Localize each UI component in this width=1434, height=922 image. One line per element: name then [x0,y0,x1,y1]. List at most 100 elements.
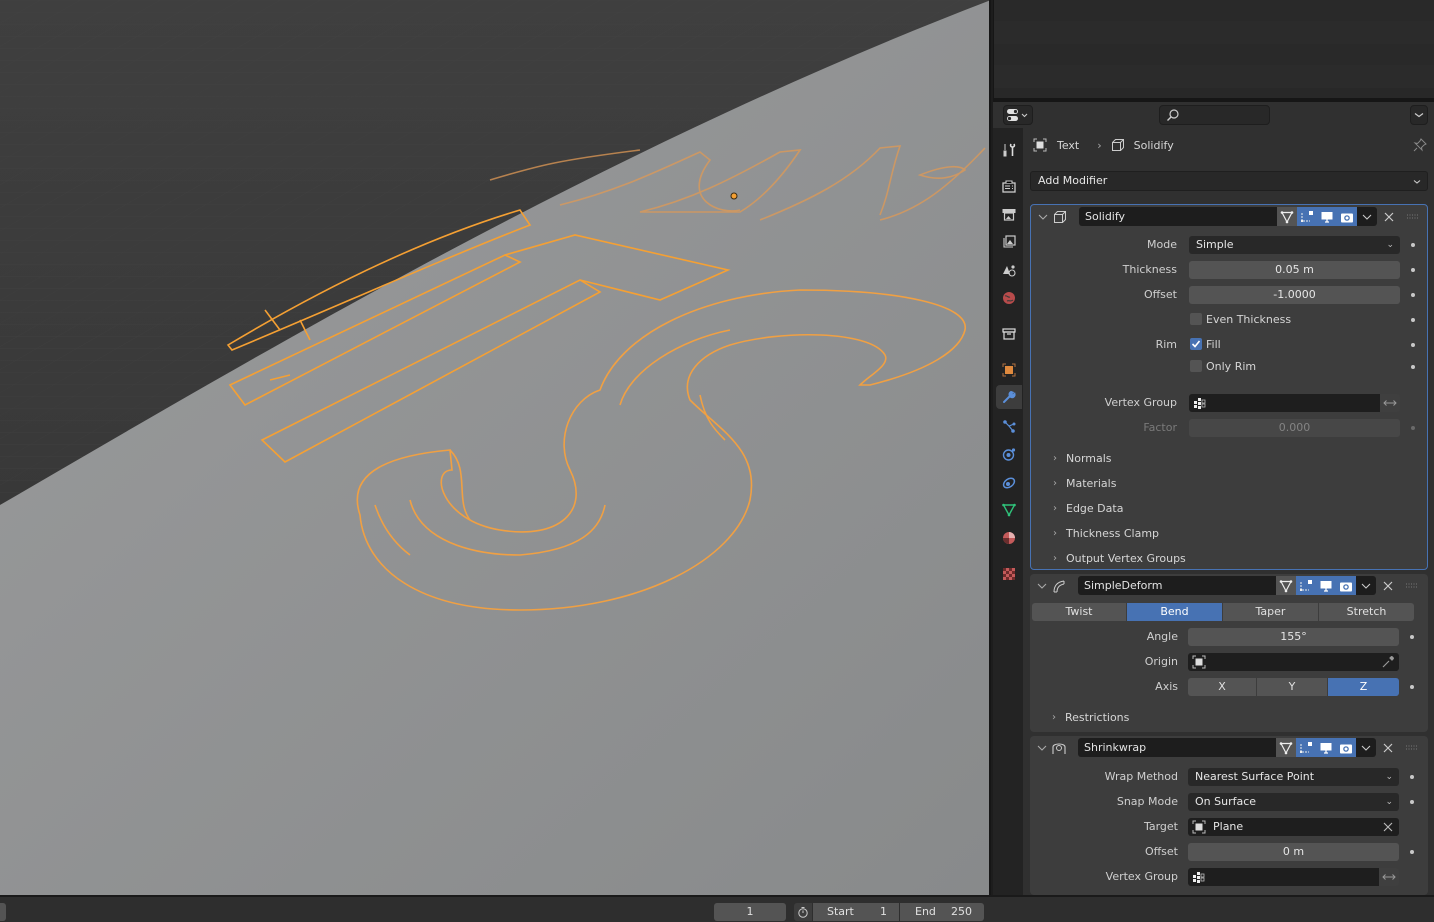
modifier-name-input[interactable]: SimpleDeform [1078,576,1276,595]
viewport-display-toggle[interactable] [1317,207,1337,226]
tab-object[interactable] [996,358,1022,382]
tab-view-layer[interactable] [996,230,1022,254]
on-cage-toggle[interactable] [1296,576,1316,595]
offset-field[interactable]: 0 m [1188,843,1399,861]
axis-y-button[interactable]: Y [1257,678,1328,696]
axis-z-button[interactable]: Z [1328,678,1399,696]
tab-constraints[interactable] [996,470,1022,494]
method-twist-button[interactable]: Twist [1032,603,1127,621]
tab-tool[interactable] [996,138,1022,162]
wrap-method-dropdown[interactable]: Nearest Surface Point ⌄ [1188,768,1399,786]
output-icon [1002,209,1016,221]
on-cage-toggle[interactable] [1296,738,1316,757]
keyframe-dot[interactable] [1411,343,1415,347]
keyframe-dot[interactable] [1411,243,1415,247]
axis-x-button[interactable]: X [1188,678,1257,696]
thickness-field[interactable]: 0.05 m [1189,261,1400,279]
even-thickness-checkbox[interactable] [1190,313,1202,325]
keyframe-dot[interactable] [1411,293,1415,297]
tab-collection[interactable] [996,322,1022,346]
fill-checkbox[interactable] [1190,338,1202,350]
editor-type-button[interactable] [1003,105,1033,125]
subpanel-normals[interactable]: › Normals [1031,449,1427,469]
edit-mode-toggle[interactable] [1277,207,1297,226]
keyframe-dot[interactable] [1411,268,1415,272]
snap-mode-dropdown[interactable]: On Surface ⌄ [1188,793,1399,811]
method-stretch-button[interactable]: Stretch [1319,603,1414,621]
collapse-chevron-icon[interactable] [1036,742,1048,754]
tab-modifiers[interactable] [996,385,1022,409]
collapse-chevron-icon[interactable] [1037,211,1049,223]
properties-search-input[interactable] [1159,105,1270,125]
keyframe-dot[interactable] [1411,365,1415,369]
keyframe-dot[interactable] [1410,685,1414,689]
edit-mode-toggle[interactable] [1276,738,1296,757]
keyframe-dot[interactable] [1411,318,1415,322]
mode-dropdown[interactable]: Simple ⌄ [1189,236,1400,254]
render-toggle[interactable] [1337,207,1357,226]
header-options-dropdown[interactable] [1410,105,1428,125]
viewport-display-toggle[interactable] [1316,738,1336,757]
drag-handle-icon[interactable] [1405,744,1419,752]
keyframe-dot[interactable] [1410,850,1414,854]
method-taper-button[interactable]: Taper [1223,603,1319,621]
drag-handle-icon[interactable] [1406,213,1420,221]
close-icon[interactable] [1382,742,1394,754]
modifier-name-input[interactable]: Solidify [1079,207,1277,226]
current-frame-field[interactable]: 1 [714,903,786,921]
tab-physics[interactable] [996,442,1022,466]
subpanel-thickness-clamp[interactable]: › Thickness Clamp [1031,524,1427,544]
vertex-group-field[interactable] [1189,394,1380,412]
render-toggle[interactable] [1336,576,1356,595]
edit-mode-toggle[interactable] [1276,576,1296,595]
modifier-extras-dropdown[interactable] [1356,576,1376,595]
tab-render[interactable] [996,174,1022,198]
only-rim-checkbox[interactable] [1190,360,1202,372]
close-icon[interactable] [1383,211,1395,223]
eyedropper-icon[interactable] [1381,655,1395,669]
offset-field[interactable]: -1.0000 [1189,286,1400,304]
pin-icon[interactable] [1412,137,1428,153]
keyframe-dot[interactable] [1410,775,1414,779]
method-bend-button[interactable]: Bend [1127,603,1223,621]
render-toggle[interactable] [1336,738,1356,757]
subpanel-output-vertex-groups[interactable]: › Output Vertex Groups [1031,549,1427,569]
tab-scene[interactable] [996,258,1022,282]
modifier-extras-dropdown[interactable] [1357,207,1377,226]
origin-object-field[interactable] [1188,653,1399,671]
collapse-chevron-icon[interactable] [1036,580,1048,592]
tab-texture[interactable] [996,562,1022,586]
end-frame-field[interactable]: End 250 [900,903,984,921]
modifier-name-input[interactable]: Shrinkwrap [1078,738,1276,757]
viewport-display-toggle[interactable] [1316,576,1336,595]
close-icon[interactable] [1382,580,1394,592]
tab-mesh-data[interactable] [996,498,1022,522]
tab-material[interactable] [996,526,1022,550]
drag-handle-icon[interactable] [1405,582,1419,590]
tab-output[interactable] [996,202,1022,226]
subpanel-edge-data[interactable]: › Edge Data [1031,499,1427,519]
clear-target-icon[interactable] [1382,821,1394,833]
tab-particles[interactable] [996,414,1022,438]
on-cage-toggle[interactable] [1297,207,1317,226]
3d-viewport[interactable] [0,0,991,895]
tab-world[interactable] [996,286,1022,310]
outliner-area[interactable] [993,0,1434,98]
keyframe-dot[interactable] [1410,635,1414,639]
stopwatch-icon[interactable] [794,903,812,921]
timeline-collapse-handle[interactable] [0,903,6,921]
add-modifier-dropdown[interactable]: Add Modifier [1030,171,1428,191]
invert-vertex-group-toggle[interactable] [1380,394,1400,412]
modifier-extras-dropdown[interactable] [1356,738,1376,757]
object-origin[interactable] [730,192,738,200]
subpanel-restrictions[interactable]: › Restrictions [1030,708,1428,728]
factor-field[interactable]: 0.000 [1189,419,1400,437]
subpanel-materials[interactable]: › Materials [1031,474,1427,494]
vertex-group-field[interactable] [1188,868,1379,886]
invert-vertex-group-toggle[interactable] [1379,868,1399,886]
keyframe-dot[interactable] [1411,426,1415,430]
target-object-field[interactable]: Plane [1188,818,1399,836]
start-frame-field[interactable]: Start 1 [813,903,899,921]
keyframe-dot[interactable] [1410,800,1414,804]
angle-field[interactable]: 155° [1188,628,1399,646]
